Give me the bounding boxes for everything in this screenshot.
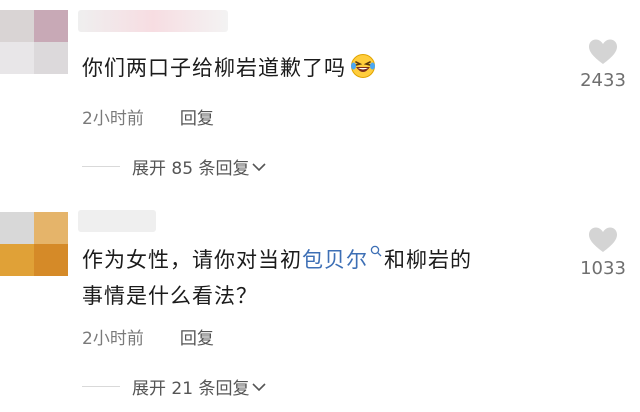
mention-link[interactable]: 包贝尔 <box>302 248 368 272</box>
heart-icon <box>589 227 617 252</box>
comment-text: 作为女性，请你对当初包贝尔 和柳岩的 事情是什么看法？ <box>82 242 472 314</box>
comment-text-line: 作为女性，请你对当初包贝尔 和柳岩的 <box>82 242 472 278</box>
comment-text: 你们两口子给柳岩道歉了吗 <box>82 50 376 86</box>
divider <box>82 166 120 167</box>
like-button[interactable]: 2433 <box>572 38 634 91</box>
comment-text-line: 事情是什么看法？ <box>82 284 258 308</box>
avatar[interactable] <box>0 212 68 276</box>
comment-text-part: 作为女性，请你对当初 <box>82 248 302 272</box>
reply-button[interactable]: 回复 <box>180 104 214 129</box>
expand-replies-label: 展开 85 条回复 <box>132 159 250 179</box>
divider <box>82 386 120 387</box>
comment-item: 作为女性，请你对当初包贝尔 和柳岩的 事情是什么看法？ 2小时前 回复 展开 2… <box>0 200 640 412</box>
avatar[interactable] <box>0 10 68 74</box>
reply-button[interactable]: 回复 <box>180 324 214 349</box>
expand-replies-label: 展开 21 条回复 <box>132 379 250 399</box>
comment-text-part: 和柳岩的 <box>384 248 472 272</box>
chevron-down-icon <box>252 382 267 391</box>
chevron-down-icon <box>252 162 267 171</box>
comment-meta: 2小时前 回复 <box>82 324 214 349</box>
comment-meta: 2小时前 回复 <box>82 104 214 129</box>
like-count: 2433 <box>580 70 626 91</box>
like-count: 1033 <box>580 258 626 279</box>
laughing-tears-icon <box>351 54 375 78</box>
username[interactable] <box>78 210 156 232</box>
search-icon[interactable] <box>370 245 382 257</box>
expand-replies-button[interactable]: 展开 21 条回复 <box>82 374 267 399</box>
comment-item: 你们两口子给柳岩道歉了吗 2小时前 回复 展开 85 条回复 2433 <box>0 0 640 200</box>
comment-time: 2小时前 <box>82 109 144 129</box>
comment-text-content: 你们两口子给柳岩道歉了吗 <box>82 56 346 80</box>
username[interactable] <box>78 10 228 32</box>
like-button[interactable]: 1033 <box>572 226 634 279</box>
comment-time: 2小时前 <box>82 329 144 349</box>
heart-icon <box>589 39 617 64</box>
expand-replies-button[interactable]: 展开 85 条回复 <box>82 154 267 179</box>
